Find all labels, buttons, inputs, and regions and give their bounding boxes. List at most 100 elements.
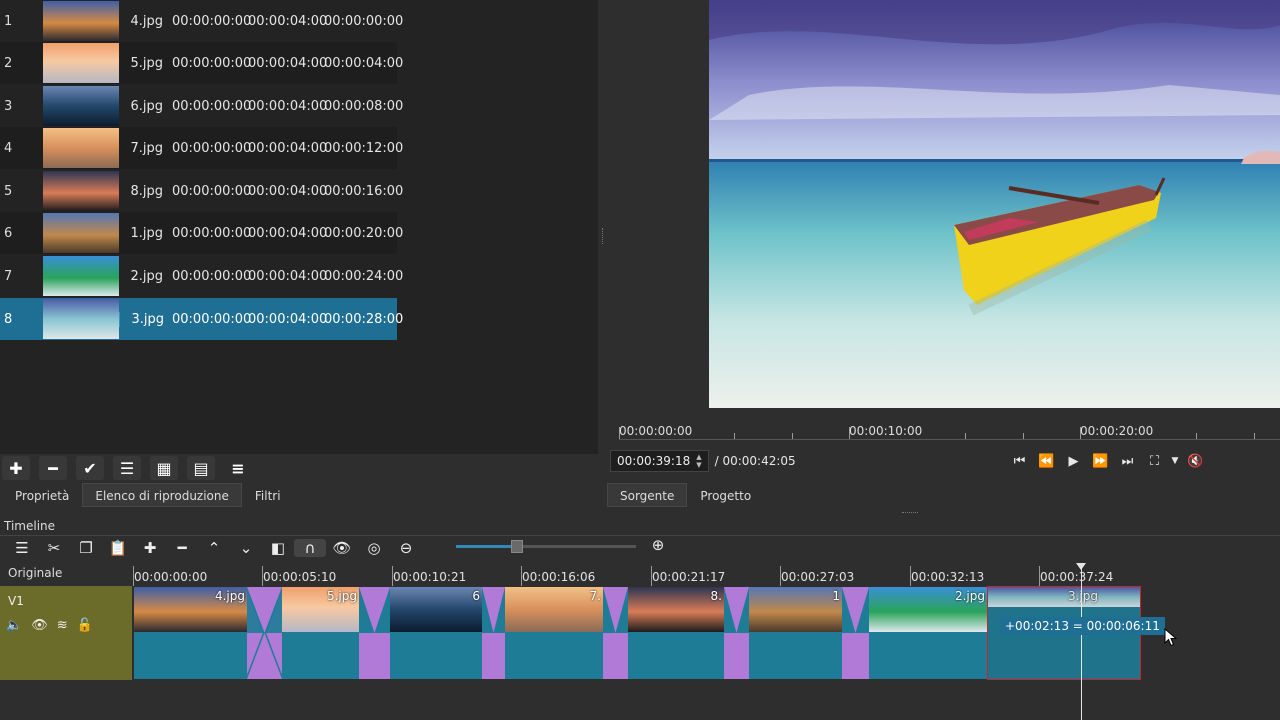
add-icon[interactable]: ✚	[2, 456, 30, 480]
clip-in: 00:00:00:00	[172, 55, 252, 71]
copy-icon[interactable]: ❐	[70, 539, 102, 557]
timeline-clip[interactable]: 2.jpg	[869, 587, 987, 679]
track-header-v1[interactable]: V1 🔈 👁 ≋ 🔓	[0, 586, 132, 680]
clip-label: 7.	[589, 589, 601, 603]
ruler-label: 00:00:10:00	[849, 424, 923, 438]
rewind-icon[interactable]: ⏪	[1033, 454, 1060, 469]
mute-icon[interactable]: 🔇	[1182, 454, 1209, 469]
details-view-icon[interactable]: ▤	[187, 456, 215, 480]
timeline-ruler[interactable]: 00:00:00:00 00:00:05:10 00:00:10:21 00:0…	[133, 566, 1280, 586]
timeline-clip[interactable]: 8.	[628, 587, 724, 679]
transition-cross-icon	[842, 587, 869, 679]
clip-start: 00:00:28:00	[324, 311, 404, 327]
ruler-label: 00:00:10:21	[393, 570, 467, 584]
paste-icon[interactable]: 📋	[102, 539, 134, 557]
ruler-tick	[1196, 433, 1197, 439]
transition[interactable]	[842, 587, 869, 679]
clip-thumbnail	[505, 587, 603, 632]
list-view-icon[interactable]: ☰	[113, 456, 141, 480]
clip-name: 1.jpg	[130, 225, 164, 241]
check-icon[interactable]: ✔	[76, 456, 104, 480]
lift-icon[interactable]: ⌃	[198, 539, 230, 557]
position-timecode[interactable]: 00:00:39:18 ▲ ▼	[610, 450, 709, 472]
audio-icon[interactable]: 🔈	[6, 618, 22, 633]
playlist-row[interactable]: 6 1.jpg 00:00:00:00 00:00:04:00 00:00:20…	[0, 212, 404, 254]
panel-splitter-handle[interactable]	[602, 228, 605, 244]
append-icon[interactable]: ✚	[134, 539, 166, 557]
tab-playlist[interactable]: Elenco di riproduzione	[82, 483, 242, 507]
clip-duration: 00:00:04:00	[248, 225, 328, 241]
drag-offset-tooltip: +00:02:13 = 00:00:06:11	[1000, 617, 1165, 635]
lock-icon[interactable]: 🔓	[77, 618, 93, 633]
menu-icon[interactable]: ≡	[224, 456, 252, 480]
row-number: 6	[4, 225, 13, 241]
fast-forward-icon[interactable]: ⏩	[1087, 454, 1114, 469]
clip-duration: 00:00:04:00	[248, 268, 328, 284]
timeline-clip[interactable]: 6	[390, 587, 482, 679]
timeline-clip[interactable]: 1	[749, 587, 842, 679]
ruler-tick	[965, 433, 966, 439]
playhead[interactable]	[1081, 566, 1082, 720]
grid-view-icon[interactable]: ▦	[150, 456, 178, 480]
tab-properties[interactable]: Proprietà	[2, 483, 82, 507]
mouse-pointer-icon	[1164, 628, 1178, 647]
layers-icon[interactable]: ≋	[57, 618, 68, 633]
timeline-clip[interactable]: 7.	[505, 587, 603, 679]
skip-to-end-icon[interactable]: ⏭	[1114, 454, 1141, 469]
timeline-clip[interactable]: 4.jpg	[134, 587, 247, 679]
viewer-ruler[interactable]: 00:00:00:00 00:00:10:00 00:00:20:00	[619, 412, 1280, 440]
playhead-handle[interactable]	[1076, 563, 1086, 570]
transition[interactable]	[359, 587, 390, 679]
playlist-row-selected[interactable]: 8 3.jpg 00:00:00:00 00:00:04:00 00:00:28…	[0, 298, 404, 340]
playlist-row[interactable]: 1 4.jpg 00:00:00:00 00:00:04:00 00:00:00…	[0, 0, 404, 42]
ruler-label: 00:00:37:24	[1040, 570, 1114, 584]
scrub-eye-icon[interactable]: 👁	[326, 539, 358, 557]
row-number: 7	[4, 268, 13, 284]
dock-splitter-handle[interactable]	[902, 512, 918, 513]
zoom-in-icon[interactable]: ⊕	[642, 536, 674, 554]
tab-source[interactable]: Sorgente	[607, 483, 688, 507]
split-icon[interactable]: ◧	[262, 539, 294, 557]
ruler-label: 00:00:00:00	[619, 424, 693, 438]
timecode-row: 00:00:39:18 ▲ ▼ / 00:00:42:05	[610, 449, 796, 473]
overwrite-icon[interactable]: ⌄	[230, 539, 262, 557]
remove-icon[interactable]: ━	[166, 539, 198, 557]
transition[interactable]	[724, 587, 749, 679]
skip-to-start-icon[interactable]: ⏮	[1006, 454, 1033, 469]
video-viewer[interactable]	[709, 0, 1280, 408]
eye-icon[interactable]: 👁	[31, 618, 48, 633]
ruler-label: 00:00:32:13	[911, 570, 985, 584]
zoom-out-icon[interactable]: ⊖	[390, 539, 422, 557]
playlist-row[interactable]: 4 7.jpg 00:00:00:00 00:00:04:00 00:00:12…	[0, 127, 403, 169]
tab-project[interactable]: Progetto	[687, 483, 764, 507]
ripple-target-icon[interactable]: ◎	[358, 539, 390, 557]
play-icon[interactable]: ▶	[1060, 454, 1087, 469]
row-number: 5	[4, 183, 13, 199]
playlist-row[interactable]: 5 8.jpg 00:00:00:00 00:00:04:00 00:00:16…	[0, 170, 403, 212]
menu-icon[interactable]: ☰	[6, 539, 38, 557]
cut-icon[interactable]: ✂	[38, 539, 70, 557]
clip-duration: 00:00:04:00	[248, 13, 328, 29]
clip-start: 00:00:00:00	[324, 13, 404, 29]
transition[interactable]	[482, 587, 505, 679]
transition[interactable]	[247, 587, 282, 679]
preview-frame	[709, 0, 1280, 408]
playlist-row[interactable]: 3 6.jpg 00:00:00:00 00:00:04:00 00:00:08…	[0, 85, 403, 127]
clip-duration: 00:00:04:00	[248, 98, 328, 114]
row-number: 2	[4, 55, 13, 71]
playlist-row[interactable]: 7 2.jpg 00:00:00:00 00:00:04:00 00:00:24…	[0, 255, 403, 297]
clip-in: 00:00:00:00	[172, 225, 252, 241]
timeline-clip[interactable]: 5.jpg	[282, 587, 359, 679]
remove-icon[interactable]: ━	[39, 456, 67, 480]
zoom-slider-handle[interactable]	[511, 540, 523, 553]
clip-start: 00:00:20:00	[324, 225, 404, 241]
chevron-down-icon[interactable]: ▼	[1168, 456, 1182, 466]
spin-arrows-icon[interactable]: ▲ ▼	[696, 453, 701, 469]
clip-start: 00:00:04:00	[324, 55, 404, 71]
transition[interactable]	[603, 587, 628, 679]
tab-filters[interactable]: Filtri	[242, 483, 294, 507]
snap-magnet-icon[interactable]: ∩	[294, 538, 326, 557]
playlist-row[interactable]: 2 5.jpg 00:00:00:00 00:00:04:00 00:00:04…	[0, 42, 404, 84]
clip-duration: 00:00:04:00	[248, 55, 328, 71]
zoom-fit-icon[interactable]: ⛶	[1141, 454, 1168, 469]
